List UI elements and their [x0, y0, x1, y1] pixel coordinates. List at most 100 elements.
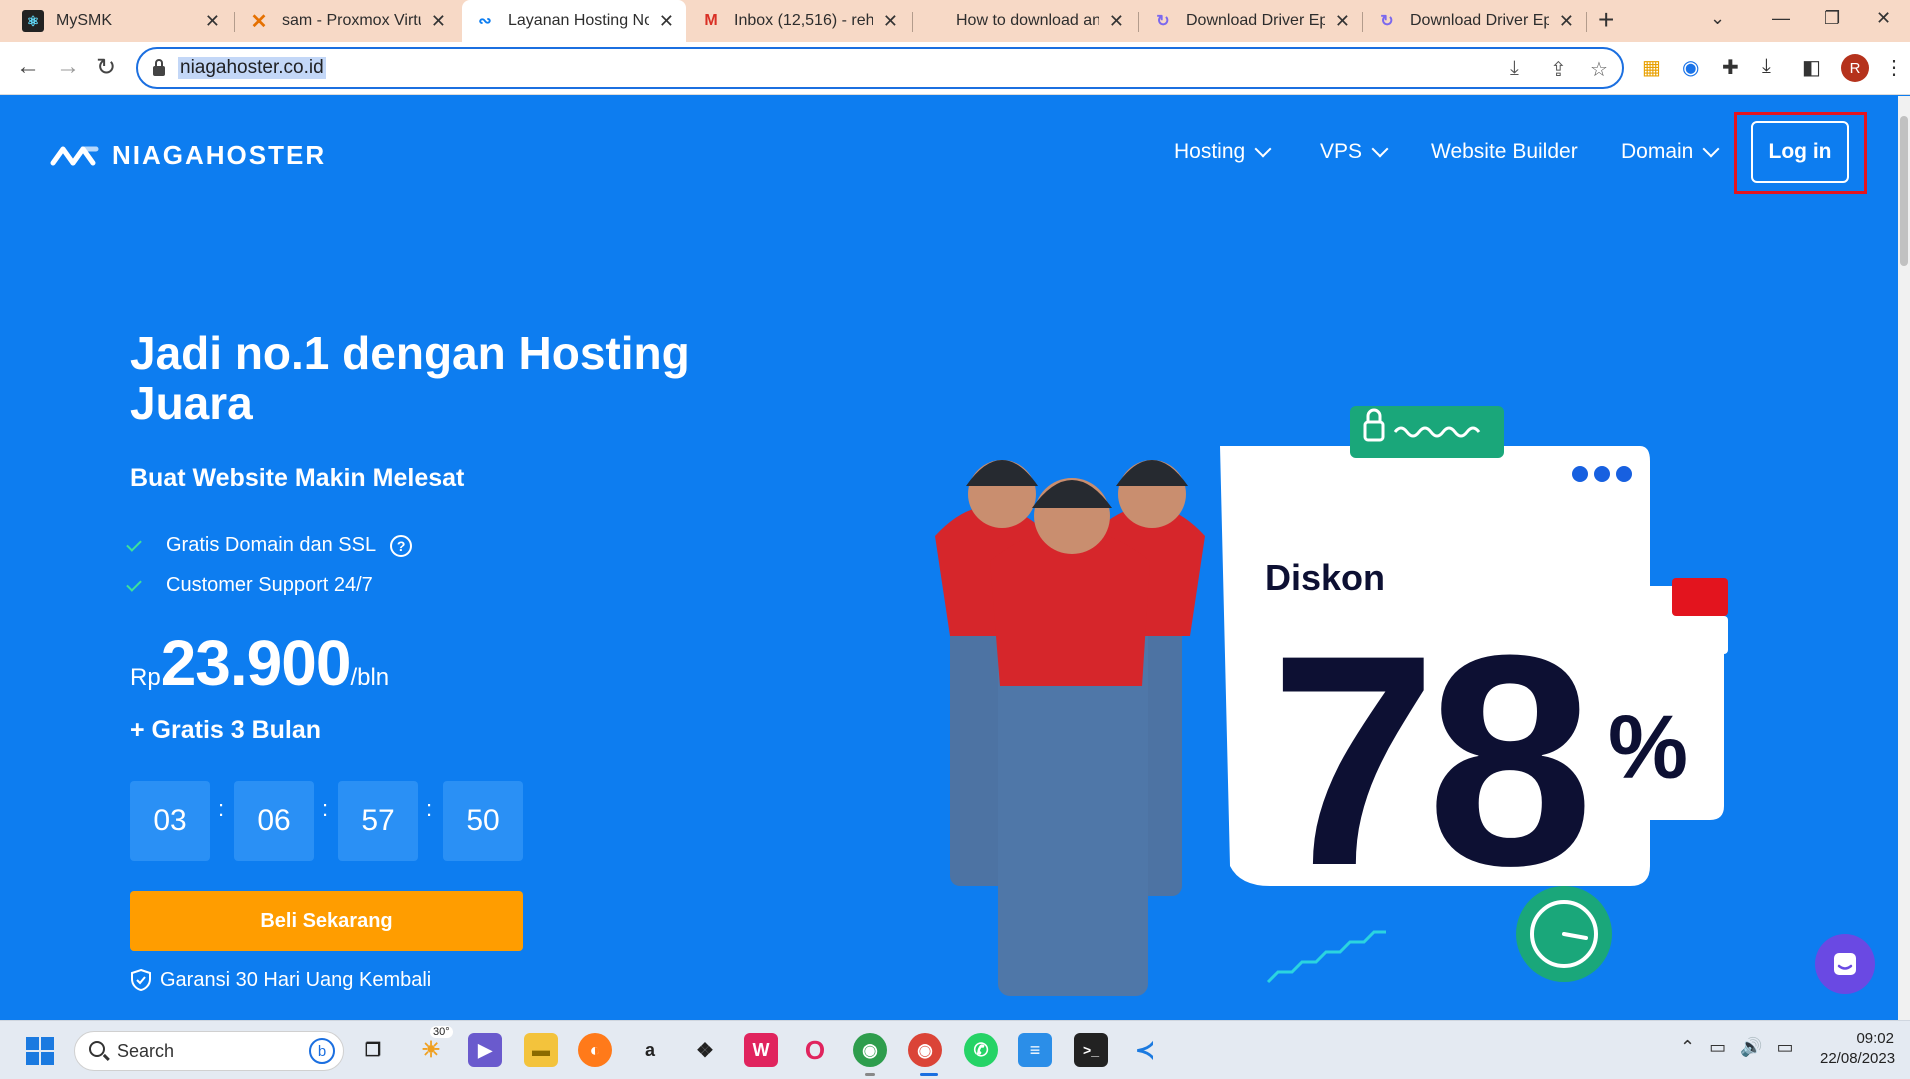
weather-widget-icon[interactable]: ☀	[414, 1033, 448, 1067]
close-tab-icon[interactable]: ✕	[1109, 11, 1124, 32]
dropbox-icon[interactable]: ❖	[688, 1033, 722, 1067]
nav-hosting[interactable]: Hosting	[1174, 140, 1272, 164]
niagahoster-logo[interactable]: NIAGAHOSTER	[50, 140, 326, 171]
close-tab-icon[interactable]: ✕	[659, 11, 674, 32]
meet-icon[interactable]: ▶	[468, 1033, 502, 1067]
tab-strip: ⚛ MySMK ✕ ✕ sam - Proxmox Virtua ✕ ∾ Lay…	[0, 0, 1910, 42]
new-tab-icon[interactable]: +	[1598, 4, 1614, 36]
niagahoster-icon: ∾	[478, 13, 492, 30]
system-tray: ⌃ ▭ 🔊 ▭	[1680, 1037, 1794, 1058]
price-period: /bln	[350, 664, 390, 691]
microsoft-icon	[926, 12, 944, 30]
nav-website-builder[interactable]: Website Builder	[1431, 140, 1578, 164]
reload-icon[interactable]: ↻	[96, 53, 116, 82]
countdown-separator: :	[426, 796, 433, 821]
tab-title: sam - Proxmox Virtua	[282, 12, 421, 29]
file-explorer-icon[interactable]: ▬	[524, 1033, 558, 1067]
share-icon[interactable]: ⇪	[1550, 57, 1567, 82]
taskbar-search[interactable]: Search b	[74, 1031, 344, 1071]
tab-divider	[1362, 12, 1363, 32]
nav-website-builder-label: Website Builder	[1431, 140, 1578, 163]
bing-icon[interactable]: b	[309, 1038, 335, 1064]
feature-label: Customer Support 24/7	[166, 574, 373, 596]
search-icon	[89, 1041, 105, 1057]
scrollbar-thumb[interactable]	[1900, 116, 1908, 266]
side-panel-icon[interactable]: ◧	[1802, 55, 1821, 80]
lock-icon[interactable]	[152, 59, 166, 77]
nav-vps-label: VPS	[1320, 140, 1363, 163]
whatsapp-icon[interactable]: ✆	[964, 1033, 998, 1067]
tab-epson-driver-2[interactable]: ↻ Download Driver Epsc ✕	[1364, 0, 1586, 42]
opera-icon[interactable]: O	[798, 1033, 832, 1067]
close-tab-icon[interactable]: ✕	[1559, 11, 1574, 32]
minimize-icon[interactable]: —	[1772, 8, 1790, 29]
running-indicator	[920, 1073, 938, 1076]
buy-now-button[interactable]: Beli Sekarang	[130, 891, 523, 951]
chevron-down-icon	[1371, 140, 1389, 158]
chrome-profile-icon[interactable]: ◉	[908, 1033, 942, 1067]
nav-vps[interactable]: VPS	[1320, 140, 1389, 164]
tab-proxmox[interactable]: ✕ sam - Proxmox Virtua ✕	[236, 0, 458, 42]
price-currency: Rp	[130, 664, 161, 691]
clock-date: 22/08/2023	[1820, 1050, 1896, 1067]
hero-subtitle: Buat Website Makin Melesat	[130, 464, 465, 492]
restore-icon[interactable]: ❐	[1824, 8, 1840, 29]
tab-niagahoster[interactable]: ∾ Layanan Hosting No.1 ✕	[462, 0, 686, 42]
help-icon[interactable]: ?	[390, 534, 413, 557]
guarantee: Garansi 30 Hari Uang Kembali	[130, 968, 431, 992]
close-window-icon[interactable]: ✕	[1876, 8, 1891, 29]
tab-search-chevron-icon[interactable]: ⌄	[1710, 8, 1725, 29]
login-button[interactable]: Log in	[1751, 121, 1849, 183]
volume-icon[interactable]: 🔊	[1740, 1037, 1762, 1058]
url-text[interactable]: niagahoster.co.id	[178, 57, 326, 79]
tray-chevron-up-icon[interactable]: ⌃	[1680, 1037, 1695, 1058]
notepad-icon[interactable]: ≡	[1018, 1033, 1052, 1067]
page-scrollbar[interactable]	[1898, 96, 1910, 1020]
extension-colorful-icon[interactable]: ▦	[1642, 55, 1661, 80]
firefox-icon[interactable]: ◐	[578, 1033, 612, 1067]
task-view-icon[interactable]: ❐	[356, 1033, 390, 1067]
close-tab-icon[interactable]: ✕	[431, 11, 446, 32]
browser-menu-icon[interactable]: ⋮	[1884, 55, 1904, 80]
tab-epson-driver-1[interactable]: ↻ Download Driver Epsc ✕	[1140, 0, 1362, 42]
back-icon[interactable]: ←	[16, 53, 40, 81]
terminal-icon[interactable]: >_	[1074, 1033, 1108, 1067]
battery-icon[interactable]: ▭	[1777, 1037, 1794, 1058]
check-icon	[126, 575, 142, 592]
indonesia-flag	[1672, 578, 1728, 616]
bookmark-star-icon[interactable]: ☆	[1590, 57, 1608, 82]
countdown-separator: :	[322, 796, 329, 821]
close-tab-icon[interactable]: ✕	[1335, 11, 1350, 32]
tab-mysmk[interactable]: ⚛ MySMK ✕	[10, 0, 232, 42]
promo-illustration: Diskon 78 %	[935, 406, 1728, 996]
nav-domain[interactable]: Domain	[1621, 140, 1720, 164]
chat-button[interactable]	[1815, 934, 1875, 994]
amazon-icon[interactable]: a	[633, 1033, 667, 1067]
tab-microsoft[interactable]: How to download anc ✕	[914, 0, 1136, 42]
countdown-minutes: 57	[338, 781, 418, 861]
tab-gmail[interactable]: M Inbox (12,516) - rehan ✕	[688, 0, 910, 42]
weather-temperature: 30°	[430, 1026, 453, 1038]
address-bar[interactable]: niagahoster.co.id ⤓ ⇪ ☆	[136, 47, 1624, 89]
tab-divider	[912, 12, 913, 32]
extensions-puzzle-icon[interactable]: ✚	[1722, 55, 1739, 80]
windows-start-icon[interactable]	[26, 1037, 54, 1065]
tab-title: Inbox (12,516) - rehan	[734, 12, 873, 29]
niagahoster-page: NIAGAHOSTER Hosting VPS Website Builder …	[0, 96, 1898, 1020]
profile-avatar[interactable]: R	[1841, 54, 1869, 82]
close-tab-icon[interactable]: ✕	[883, 11, 898, 32]
extension-vpn-icon[interactable]: ◉	[1682, 55, 1699, 80]
taskbar-clock[interactable]: 09:02 22/08/2023	[1820, 1029, 1896, 1069]
network-icon[interactable]: ▭	[1709, 1037, 1726, 1058]
driver-site-icon: ↻	[1156, 13, 1170, 30]
wps-office-icon[interactable]: W	[744, 1033, 778, 1067]
forward-icon[interactable]: →	[56, 53, 80, 81]
chrome-icon[interactable]: ◉	[853, 1033, 887, 1067]
promo-digits: 78	[1270, 592, 1586, 928]
sack-race-people	[935, 460, 1205, 996]
browser-toolbar: ← → ↻ niagahoster.co.id ⤓ ⇪ ☆ ▦ ◉ ✚ ⤓ ◧ …	[0, 42, 1910, 95]
close-tab-icon[interactable]: ✕	[205, 11, 220, 32]
vscode-icon[interactable]: ≺	[1128, 1033, 1162, 1067]
install-app-icon[interactable]: ⤓	[1510, 57, 1519, 80]
downloads-icon[interactable]: ⤓	[1762, 55, 1771, 78]
